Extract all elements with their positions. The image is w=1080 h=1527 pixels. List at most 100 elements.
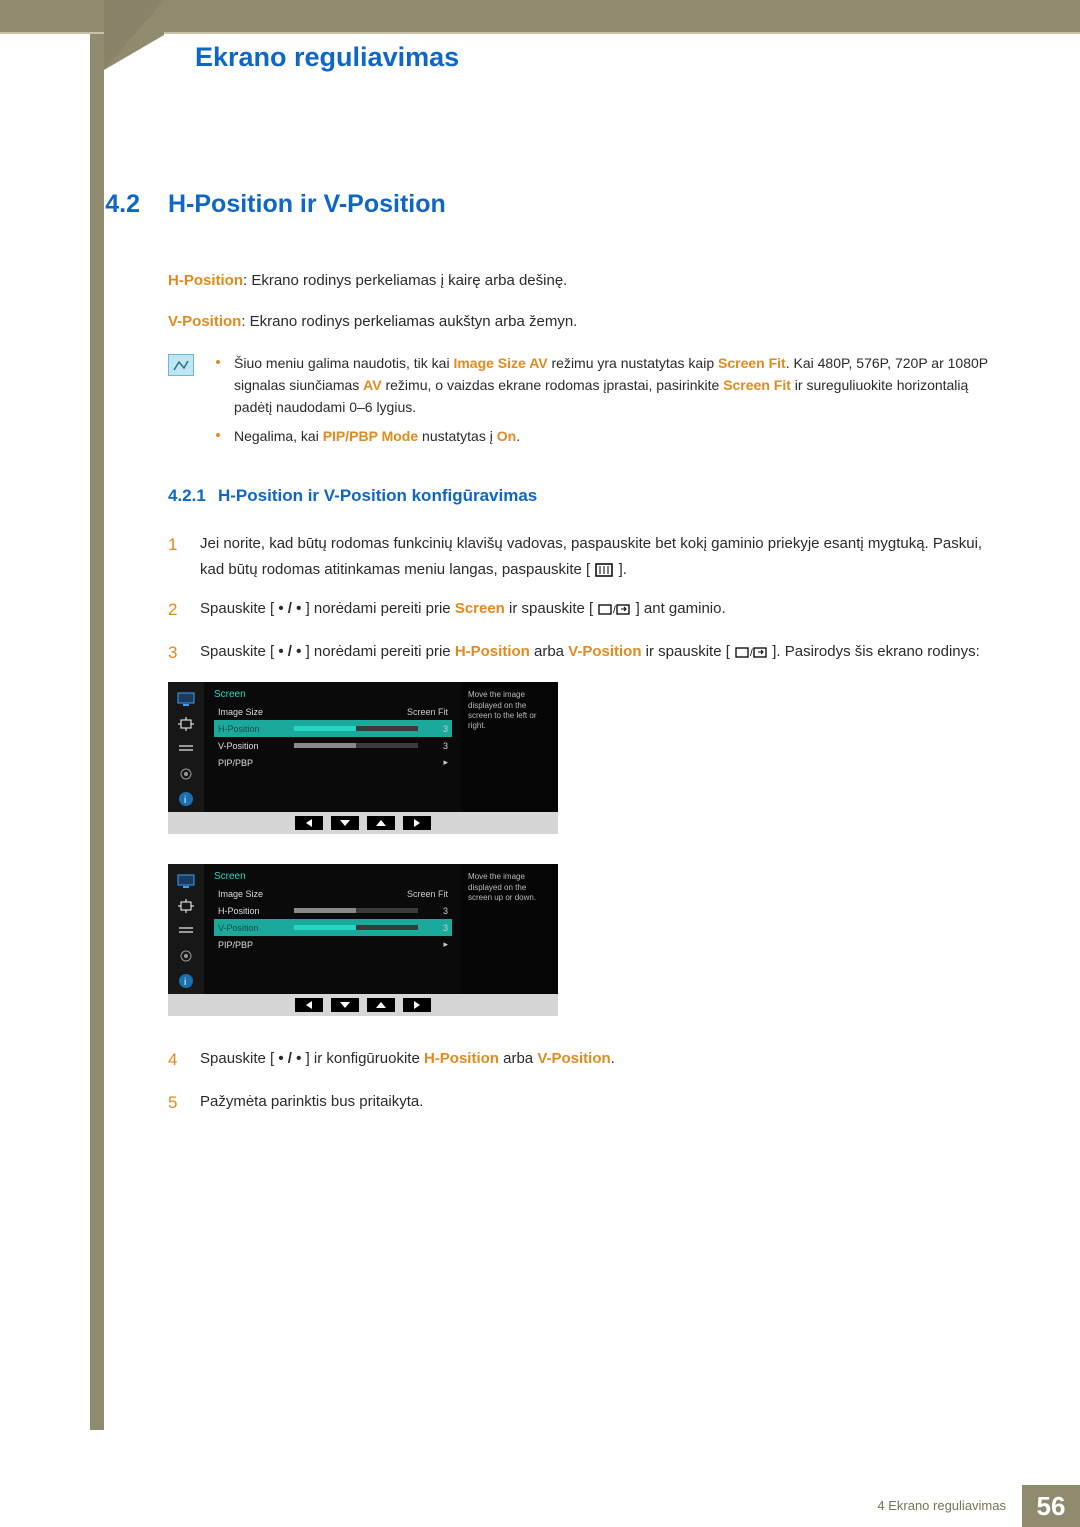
step3-k1: H-Position — [455, 643, 530, 660]
osd-row-vposition: V-Position 3 — [214, 737, 452, 754]
osd-value: 3 — [430, 724, 448, 734]
chapter-badge — [104, 0, 164, 70]
vposition-label: V-Position — [168, 313, 241, 330]
svg-text:i: i — [184, 795, 186, 806]
dot-separator: • / • — [274, 643, 305, 660]
step1-text: Jei norite, kad būtų rodomas funkcinių k… — [200, 535, 982, 578]
hposition-text: : Ekrano rodinys perkeliamas į kairę arb… — [243, 272, 567, 289]
note1-k1: Image Size AV — [453, 355, 547, 371]
settings-icon — [175, 765, 197, 783]
osd-label: V-Position — [218, 923, 288, 933]
osd-row-hposition: H-Position 3 — [214, 902, 452, 919]
note2-k1: PIP/PBP Mode — [323, 428, 418, 444]
osd-hposition: i Screen Image Size Screen Fit H-Positio… — [168, 682, 558, 834]
enter-source-icon: / — [735, 646, 767, 659]
step4-k1: H-Position — [424, 1050, 499, 1067]
monitor-icon — [175, 690, 197, 708]
osd-row-pippbp: PIP/PBP ▸ — [214, 936, 452, 953]
hposition-label: H-Position — [168, 272, 243, 289]
step3-b: ] norėdami pereiti prie — [306, 643, 455, 660]
nav-up-icon — [367, 816, 395, 830]
note-block: Šiuo meniu galima naudotis, tik kai Imag… — [168, 352, 1000, 454]
section-heading: 4.2 H-Position ir V-Position — [80, 190, 1000, 219]
step4-c: . — [611, 1050, 615, 1067]
osd-label: H-Position — [218, 724, 288, 734]
osd-sidebar: i — [168, 864, 204, 994]
note2-k2: On — [497, 428, 516, 444]
section-number: 4.2 — [80, 190, 140, 219]
step3-a: Spauskite [ — [200, 643, 274, 660]
osd-label: PIP/PBP — [218, 940, 288, 950]
osd-row-vposition-selected: V-Position 3 — [214, 919, 452, 936]
osd-label: Image Size — [218, 707, 288, 717]
osd-heading: Screen — [214, 689, 452, 700]
options-icon — [175, 740, 197, 758]
step3-c: ir spauskite [ — [642, 643, 730, 660]
note2-b: nustatytas į — [418, 428, 497, 444]
osd-screenshots: i Screen Image Size Screen Fit H-Positio… — [168, 682, 1000, 1016]
osd-value: 3 — [430, 906, 448, 916]
osd-row-imagesize: Image Size Screen Fit — [214, 703, 452, 720]
steps-list: 1 Jei norite, kad būtų rodomas funkcinių… — [168, 531, 1000, 668]
subsection-heading: 4.2.1 H-Position ir V-Position konfigūra… — [168, 483, 1000, 509]
step-num: 5 — [168, 1089, 182, 1118]
svg-text:i: i — [184, 977, 186, 988]
nav-down-icon — [331, 998, 359, 1012]
osd-value: Screen Fit — [407, 889, 448, 899]
osd-label: H-Position — [218, 906, 288, 916]
step2-a: Spauskite [ — [200, 600, 274, 617]
subsection-number: 4.2.1 — [168, 486, 206, 505]
bullet-dot-icon — [216, 433, 220, 437]
step4-mid: arba — [499, 1050, 537, 1067]
step2-d: ] ant gaminio. — [636, 600, 726, 617]
subsection-title: H-Position ir V-Position konfigūravimas — [218, 486, 537, 505]
step3-mid: arba — [530, 643, 568, 660]
footer-chapter-label: 4 Ekrano reguliavimas — [877, 1485, 1022, 1527]
osd-navbar — [168, 812, 558, 834]
screen-icon — [175, 715, 197, 733]
step-num: 1 — [168, 531, 182, 582]
svg-text:/: / — [750, 648, 753, 659]
hposition-desc: H-Position: Ekrano rodinys perkeliamas į… — [168, 269, 1000, 292]
osd-navbar — [168, 994, 558, 1016]
osd-tooltip: Move the image displayed on the screen t… — [462, 682, 558, 812]
osd-heading: Screen — [214, 871, 452, 882]
osd-sidebar: i — [168, 682, 204, 812]
osd-row-hposition-selected: H-Position 3 — [214, 720, 452, 737]
step-5: 5 Pažymėta parinktis bus pritaikyta. — [168, 1089, 1000, 1118]
osd-vposition: i Screen Image Size Screen Fit H-Positio… — [168, 864, 558, 1016]
osd-label: Image Size — [218, 889, 288, 899]
note1-d: režimu, o vaizdas ekrane rodomas įprasta… — [382, 377, 724, 393]
vposition-desc: V-Position: Ekrano rodinys perkeliamas a… — [168, 310, 1000, 333]
step-num: 4 — [168, 1046, 182, 1075]
step3-d: ]. Pasirodys šis ekrano rodinys: — [772, 643, 980, 660]
screen-icon — [175, 897, 197, 915]
note2-a: Negalima, kai — [234, 428, 323, 444]
step2-c: ir spauskite [ — [505, 600, 593, 617]
nav-up-icon — [367, 998, 395, 1012]
note-bullet-1: Šiuo meniu galima naudotis, tik kai Imag… — [216, 352, 1000, 419]
note2-c: . — [516, 428, 520, 444]
submenu-arrow-icon: ▸ — [443, 757, 448, 768]
info-icon: i — [175, 972, 197, 990]
dot-separator: • / • — [274, 1050, 305, 1067]
footer-page-number: 56 — [1022, 1485, 1080, 1527]
step4-k2: V-Position — [537, 1050, 610, 1067]
nav-left-icon — [295, 816, 323, 830]
note1-b: režimu yra nustatytas kaip — [548, 355, 718, 371]
footer: 4 Ekrano reguliavimas 56 — [0, 1485, 1080, 1527]
osd-value: 3 — [430, 741, 448, 751]
osd-label: PIP/PBP — [218, 758, 288, 768]
note-bullet-2: Negalima, kai PIP/PBP Mode nustatytas į … — [216, 425, 1000, 447]
osd-panel: Screen Image Size Screen Fit H-Position … — [204, 864, 462, 994]
step-3: 3 Spauskite [ • / • ] norėdami pereiti p… — [168, 639, 1000, 668]
submenu-arrow-icon: ▸ — [443, 939, 448, 950]
step4-b: ] ir konfigūruokite — [306, 1050, 424, 1067]
enter-source-icon: / — [598, 603, 630, 616]
step-4: 4 Spauskite [ • / • ] ir konfigūruokite … — [168, 1046, 1000, 1075]
menu-icon — [595, 563, 613, 577]
note1-a: Šiuo meniu galima naudotis, tik kai — [234, 355, 453, 371]
nav-right-icon — [403, 816, 431, 830]
info-icon: i — [175, 790, 197, 808]
settings-icon — [175, 947, 197, 965]
